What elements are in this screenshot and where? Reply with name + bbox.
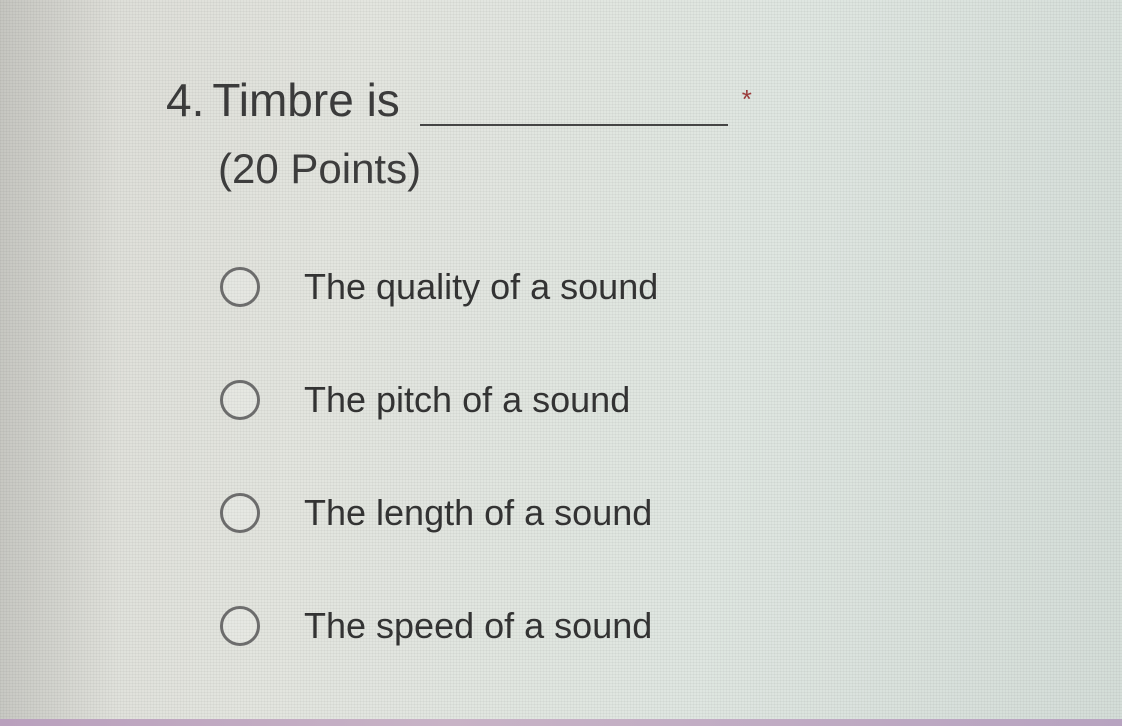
question-text: Timbre is — [212, 74, 400, 126]
option-label: The quality of a sound — [304, 266, 659, 307]
option-pitch[interactable]: The pitch of a sound — [220, 371, 658, 429]
screen-vignette — [0, 0, 120, 726]
radio-button-icon[interactable] — [220, 493, 260, 533]
option-length[interactable]: The length of a sound — [220, 484, 658, 542]
option-label: The speed of a sound — [304, 605, 653, 646]
option-label: The length of a sound — [304, 492, 653, 533]
required-marker: * — [741, 84, 752, 114]
question-number: 4. — [166, 74, 205, 126]
radio-button-icon[interactable] — [220, 267, 260, 307]
screen-bottom-edge — [0, 719, 1122, 726]
radio-button-icon[interactable] — [220, 606, 260, 646]
answer-options: The quality of a sound The pitch of a so… — [220, 258, 658, 710]
fill-in-blank-line — [419, 124, 728, 126]
radio-button-icon[interactable] — [220, 380, 260, 420]
option-quality[interactable]: The quality of a sound — [220, 258, 658, 316]
option-label: The pitch of a sound — [304, 379, 631, 420]
question-points: (20 Points) — [218, 145, 422, 192]
question-title: 4. Timbre is * — [166, 72, 866, 128]
option-speed[interactable]: The speed of a sound — [220, 597, 658, 655]
question-block: 4. Timbre is * (20 Points) — [166, 72, 866, 194]
